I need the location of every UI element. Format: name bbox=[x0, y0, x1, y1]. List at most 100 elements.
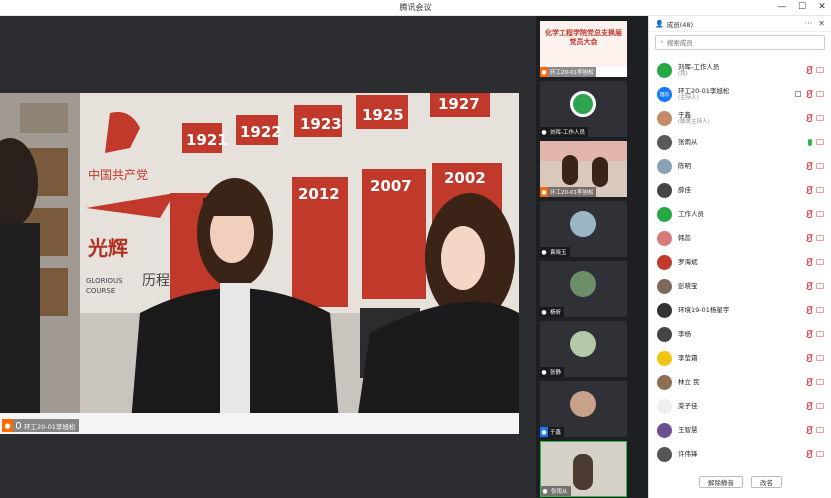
speaker-name: 环工20-01李旭松 bbox=[24, 422, 76, 431]
member-row[interactable]: 工作人员 bbox=[649, 202, 831, 226]
mic-off-icon[interactable] bbox=[805, 378, 812, 386]
window-title: 腾讯会议 bbox=[399, 3, 432, 12]
camera-off-icon[interactable] bbox=[816, 427, 824, 433]
close-button[interactable]: ✕ bbox=[817, 1, 827, 14]
tile-name: 张静 bbox=[550, 370, 562, 376]
mic-off-icon[interactable] bbox=[805, 162, 812, 170]
camera-off-icon[interactable] bbox=[816, 139, 824, 145]
member-row[interactable]: 刘晖-工作人员 (我) bbox=[649, 58, 831, 82]
video-tile[interactable]: ● 环工20-01李旭松 bbox=[540, 141, 627, 197]
member-row[interactable]: 张雨从 bbox=[649, 130, 831, 154]
avatar bbox=[657, 230, 672, 246]
avatar bbox=[570, 211, 596, 237]
video-tile[interactable]: 化学工程学院党总支换届党员大会 ● 环工20-01李旭松 bbox=[540, 21, 627, 77]
wall-year-3: 1923 bbox=[300, 115, 342, 133]
wall-year-7: 2007 bbox=[370, 177, 412, 195]
main-video-scene: 1921 1922 1923 1925 1927 2012 2007 2002 … bbox=[0, 93, 519, 434]
member-row[interactable]: 林立 民 bbox=[649, 370, 831, 394]
host-icon: ● bbox=[540, 187, 548, 197]
mic-off-icon[interactable] bbox=[805, 186, 812, 194]
mic-off-icon[interactable] bbox=[805, 234, 812, 242]
mic-off-icon[interactable] bbox=[805, 426, 812, 434]
member-row[interactable]: 罗海斌 bbox=[649, 250, 831, 274]
camera-off-icon[interactable] bbox=[816, 451, 824, 457]
member-name: 李杨 bbox=[678, 330, 691, 338]
member-name: 李莹霜 bbox=[678, 354, 698, 362]
wall-year-8: 2002 bbox=[444, 169, 486, 187]
avatar bbox=[657, 278, 672, 294]
avatar bbox=[657, 254, 672, 270]
member-row[interactable]: 于鑫 (联席主持人) bbox=[649, 106, 831, 130]
mic-off-icon[interactable] bbox=[805, 282, 812, 290]
user-icon: ● bbox=[542, 487, 548, 495]
camera-off-icon[interactable] bbox=[816, 283, 824, 289]
panel-close-button[interactable]: ✕ bbox=[818, 19, 825, 28]
member-role: (我) bbox=[678, 70, 688, 77]
member-row[interactable]: 环境19-01杨星宇 bbox=[649, 298, 831, 322]
member-row[interactable]: 彭晓宝 bbox=[649, 274, 831, 298]
camera-off-icon[interactable] bbox=[816, 307, 824, 313]
video-tile[interactable]: ● 刘晖-工作人员 bbox=[540, 81, 627, 137]
camera-off-icon[interactable] bbox=[816, 331, 824, 337]
member-name: 罗海斌 bbox=[678, 258, 698, 266]
video-tile[interactable]: ● 袁晓玉 bbox=[540, 201, 627, 257]
main-video[interactable]: 1921 1922 1923 1925 1927 2012 2007 2002 … bbox=[0, 93, 519, 434]
avatar bbox=[657, 182, 672, 198]
video-stage: 1921 1922 1923 1925 1927 2012 2007 2002 … bbox=[0, 16, 536, 498]
mic-off-icon[interactable] bbox=[805, 90, 812, 98]
video-tile[interactable]: ● 于鑫 bbox=[540, 381, 627, 437]
camera-off-icon[interactable] bbox=[816, 115, 824, 121]
user-icon: ● bbox=[541, 128, 547, 136]
camera-off-icon[interactable] bbox=[816, 355, 824, 361]
camera-off-icon[interactable] bbox=[816, 67, 824, 73]
mic-off-icon[interactable] bbox=[805, 330, 812, 338]
camera-off-icon[interactable] bbox=[816, 163, 824, 169]
members-icon: 👤 bbox=[655, 19, 664, 28]
member-row[interactable]: 薛佳 bbox=[649, 178, 831, 202]
member-name: 薛佳 bbox=[678, 186, 691, 194]
members-panel: 👤 成员(48) ··· ✕ ⌕ 刘晖-工作人员(我)旭松环工20-01李旭松(… bbox=[648, 16, 831, 498]
rename-button[interactable]: 改名 bbox=[751, 476, 782, 488]
video-tile-active[interactable]: ● 张雨从 bbox=[540, 441, 627, 497]
mic-off-icon[interactable] bbox=[805, 210, 812, 218]
camera-off-icon[interactable] bbox=[816, 259, 824, 265]
wall-text-course-en: COURSE bbox=[86, 287, 115, 295]
member-name: 林立 民 bbox=[678, 378, 700, 386]
user-icon: ● bbox=[541, 368, 547, 376]
member-row[interactable]: 许伟锋 bbox=[649, 442, 831, 466]
camera-off-icon[interactable] bbox=[816, 187, 824, 193]
member-row[interactable]: 旭松 环工20-01李旭松 (主持人) bbox=[649, 82, 831, 106]
camera-off-icon[interactable] bbox=[816, 211, 824, 217]
video-tile[interactable]: ● 杨昕 bbox=[540, 261, 627, 317]
unmute-all-button[interactable]: 解除静音 bbox=[699, 476, 743, 488]
member-row[interactable]: 王智慧 bbox=[649, 418, 831, 442]
member-row[interactable]: 韩蕊 bbox=[649, 226, 831, 250]
camera-off-icon[interactable] bbox=[816, 403, 824, 409]
mic-off-icon[interactable] bbox=[805, 354, 812, 362]
mic-off-icon[interactable] bbox=[805, 402, 812, 410]
member-row[interactable]: 李杨 bbox=[649, 322, 831, 346]
wall-year-6: 2012 bbox=[298, 185, 340, 203]
video-tile[interactable]: ● 张静 bbox=[540, 321, 627, 377]
avatar bbox=[657, 302, 672, 318]
mic-off-icon[interactable] bbox=[805, 258, 812, 266]
mic-off-icon[interactable] bbox=[805, 66, 812, 74]
member-row[interactable]: 李莹霜 bbox=[649, 346, 831, 370]
camera-off-icon[interactable] bbox=[816, 379, 824, 385]
maximize-button[interactable]: ☐ bbox=[797, 1, 807, 14]
tile-name: 杨昕 bbox=[550, 310, 562, 316]
minimize-button[interactable]: — bbox=[777, 1, 787, 14]
mic-off-icon[interactable] bbox=[805, 114, 812, 122]
more-button[interactable]: ··· bbox=[805, 19, 813, 28]
mic-off-icon[interactable] bbox=[805, 306, 812, 314]
member-search[interactable]: ⌕ bbox=[655, 35, 825, 50]
camera-off-icon[interactable] bbox=[816, 235, 824, 241]
search-input[interactable] bbox=[666, 38, 807, 47]
camera-off-icon[interactable] bbox=[816, 91, 824, 97]
member-row[interactable]: 栾子佳 bbox=[649, 394, 831, 418]
member-row[interactable]: 陈明 bbox=[649, 154, 831, 178]
member-name: 环境19-01杨星宇 bbox=[678, 306, 730, 314]
mic-off-icon[interactable] bbox=[805, 450, 812, 458]
mic-on-icon[interactable] bbox=[808, 138, 812, 146]
member-name: 王智慧 bbox=[678, 426, 698, 434]
